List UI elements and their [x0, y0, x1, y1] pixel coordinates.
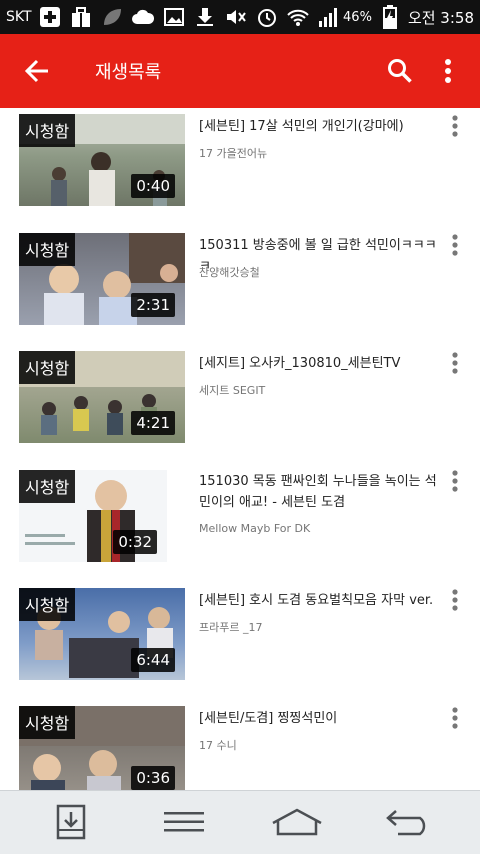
more-vert-icon — [452, 589, 458, 611]
back-icon — [386, 810, 426, 836]
video-thumbnail[interactable]: 시청함 0:32 — [19, 470, 167, 562]
image-icon — [162, 6, 186, 28]
list-item[interactable]: 시청함 0:36 [세븐틴/도겸] 찡찡석민이 17 수니 — [0, 698, 480, 790]
duration-badge: 0:40 — [131, 174, 175, 198]
list-item[interactable]: 시청함 4:21 [세지트] 오사카_130810_세븐틴TV 세지트 SEGI… — [0, 344, 480, 462]
status-bar: SKT 46% 오전 3:58 — [0, 0, 480, 34]
channel-name: 세지트 SEGIT — [199, 384, 266, 397]
mute-icon — [224, 6, 248, 28]
channel-name: 프라푸르 _17 — [199, 621, 263, 634]
overflow-menu-button[interactable] — [436, 55, 460, 87]
home-icon — [272, 808, 322, 836]
clock: 오전 3:58 — [407, 8, 474, 27]
more-vert-icon — [445, 59, 451, 83]
watched-badge: 시청함 — [19, 233, 76, 266]
video-title[interactable]: [세븐틴] 호시 도겸 동요벌칙모음 자막 ver. — [199, 590, 444, 611]
video-more-button[interactable] — [444, 703, 466, 733]
video-title[interactable]: [세지트] 오사카_130810_세븐틴TV — [199, 353, 444, 374]
duration-badge: 6:44 — [131, 648, 175, 672]
save-to-tray-button[interactable] — [50, 797, 92, 847]
more-vert-icon — [452, 707, 458, 729]
list-item[interactable]: 시청함 0:32 151030 목동 팬싸인회 누나들을 녹이는 석민이의 애교… — [0, 462, 480, 580]
video-thumbnail[interactable]: 시청함 6:44 — [19, 588, 185, 680]
channel-name: 17 수니 — [199, 739, 237, 752]
alarm-icon — [255, 6, 279, 28]
cloud-icon — [131, 6, 155, 28]
gift-icon — [69, 6, 93, 28]
more-vert-icon — [452, 470, 458, 492]
watched-badge: 시청함 — [19, 351, 76, 384]
search-icon — [388, 59, 412, 83]
battery-percent: 46% — [343, 9, 372, 25]
back-button[interactable] — [17, 51, 57, 91]
list-item[interactable]: 시청함 2:31 150311 방송중에 볼 일 급한 석민이ㅋㅋㅋㅋ 찬양해갓… — [0, 226, 480, 344]
duration-badge: 0:36 — [131, 766, 175, 790]
video-thumbnail[interactable]: 시청함 2:31 — [19, 233, 185, 325]
signal-icon — [317, 6, 341, 28]
more-vert-icon — [452, 234, 458, 256]
channel-name: 찬양해갓승철 — [199, 266, 260, 279]
video-thumbnail[interactable]: 시청함 0:36 — [19, 706, 185, 790]
watched-badge: 시청함 — [19, 470, 76, 503]
list-item[interactable]: 시청함 0:40 [세븐틴] 17살 석민의 개인기(강마에) 17 가을전어뉴 — [0, 108, 480, 226]
watched-badge: 시청함 — [19, 706, 76, 739]
video-thumbnail[interactable]: 시청함 0:40 — [19, 114, 185, 206]
duration-badge: 4:21 — [131, 411, 175, 435]
video-title[interactable]: 151030 목동 팬싸인회 누나들을 녹이는 석민이의 애교! - 세븐틴 도… — [199, 471, 444, 513]
more-vert-icon — [452, 352, 458, 374]
carrier-label: SKT — [6, 9, 32, 25]
download-icon — [193, 6, 217, 28]
video-more-button[interactable] — [444, 111, 466, 141]
home-button[interactable] — [268, 797, 326, 847]
menu-icon — [164, 812, 204, 832]
duration-badge: 2:31 — [131, 293, 175, 317]
video-title[interactable]: [세븐틴/도겸] 찡찡석민이 — [199, 708, 444, 729]
more-vert-icon — [452, 115, 458, 137]
video-title[interactable]: [세븐틴] 17살 석민의 개인기(강마에) — [199, 116, 444, 137]
medical-cross-icon — [38, 6, 62, 28]
page-title: 재생목록 — [95, 62, 162, 83]
video-thumbnail[interactable]: 시청함 4:21 — [19, 351, 185, 443]
arrow-back-icon — [24, 59, 48, 83]
video-more-button[interactable] — [444, 230, 466, 260]
video-more-button[interactable] — [444, 585, 466, 615]
channel-name: 17 가을전어뉴 — [199, 147, 268, 160]
search-button[interactable] — [384, 55, 416, 87]
system-nav-bar — [0, 790, 480, 854]
system-back-button[interactable] — [382, 797, 438, 847]
playlist-video-list[interactable]: 시청함 0:40 [세븐틴] 17살 석민의 개인기(강마에) 17 가을전어뉴… — [0, 108, 480, 790]
watched-badge: 시청함 — [19, 588, 76, 621]
save-to-tray-icon — [56, 804, 86, 840]
channel-name: Mellow Mayb For DK — [199, 522, 311, 535]
menu-button[interactable] — [160, 797, 208, 847]
wifi-icon — [286, 6, 310, 28]
duration-badge: 0:32 — [113, 530, 157, 554]
video-more-button[interactable] — [444, 348, 466, 378]
list-item[interactable]: 시청함 6:44 [세븐틴] 호시 도겸 동요벌칙모음 자막 ver. 프라푸르… — [0, 580, 480, 698]
app-bar: 재생목록 — [0, 34, 480, 108]
leaf-icon — [100, 6, 124, 28]
watched-badge: 시청함 — [19, 114, 76, 147]
video-more-button[interactable] — [444, 466, 466, 496]
battery-charging-icon — [378, 5, 402, 29]
notification-icons — [38, 6, 341, 28]
